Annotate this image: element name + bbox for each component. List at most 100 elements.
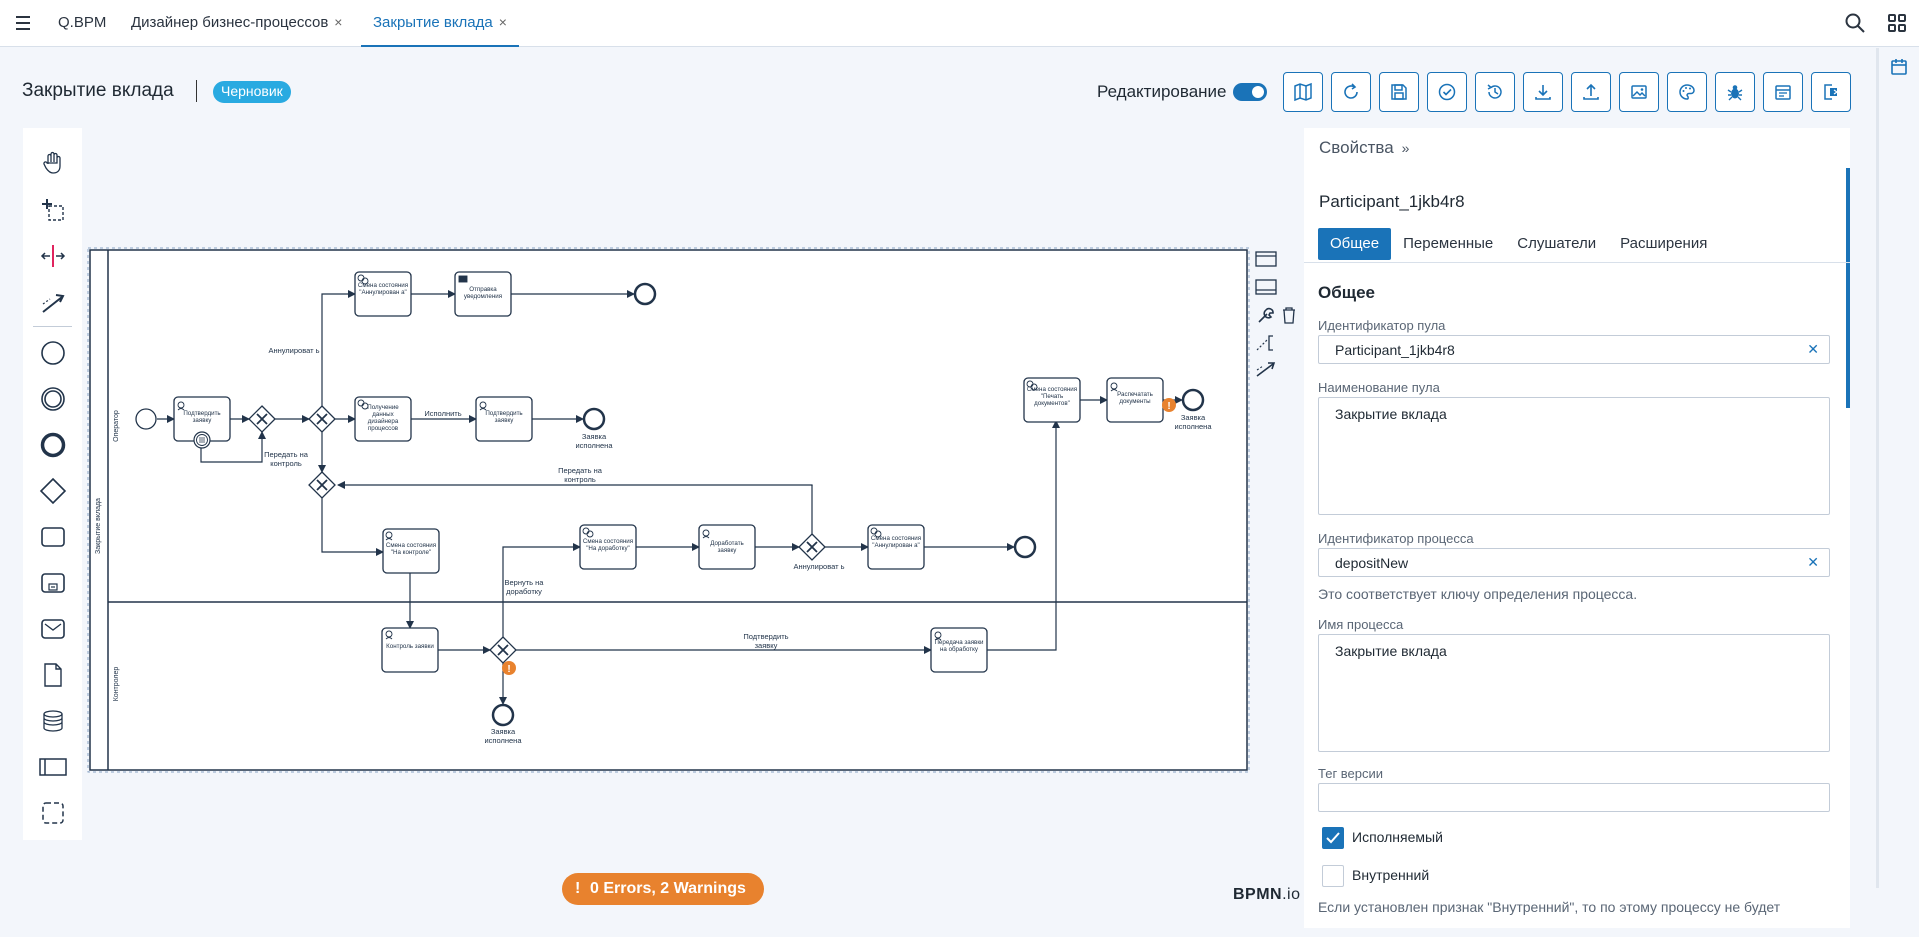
version-tag-input[interactable]: [1318, 783, 1830, 812]
end-event[interactable]: [582, 407, 606, 431]
history-icon: [1487, 84, 1502, 99]
connect-tool-button[interactable]: [23, 282, 82, 322]
start-event-tool[interactable]: [23, 333, 82, 373]
lane-add-below-icon[interactable]: [1253, 276, 1279, 298]
tab-general[interactable]: Общее: [1318, 228, 1392, 260]
app-brand[interactable]: Q.BPM: [58, 14, 106, 31]
version-tag-label: Тег версии: [1318, 766, 1384, 781]
task-label: Смена состояния "На контроле": [385, 542, 437, 556]
end-event-tool[interactable]: [23, 425, 82, 465]
subprocess-icon: [40, 573, 65, 593]
edit-mode-label: Редактирование: [1097, 82, 1227, 101]
close-icon[interactable]: ×: [334, 14, 342, 30]
tab-extensions[interactable]: Расширения: [1608, 228, 1719, 260]
clear-icon[interactable]: ✕: [1807, 341, 1819, 358]
pool-tool[interactable]: [23, 747, 82, 787]
subprocess-tool[interactable]: [23, 563, 82, 603]
event-label: Заявка исполнена: [575, 432, 613, 450]
task-label: Подтвердить заявку: [485, 410, 523, 424]
internal-checkbox[interactable]: [1322, 865, 1344, 887]
debug-button[interactable]: [1715, 72, 1755, 112]
validation-status-button[interactable]: ! 0 Errors, 2 Warnings: [562, 873, 764, 905]
process-id-input[interactable]: depositNew ✕: [1318, 548, 1830, 577]
upload-icon: [1583, 83, 1599, 100]
image-icon: [1631, 85, 1647, 99]
task-label: Получение данных дизайнера процессов: [367, 404, 399, 432]
group-tool[interactable]: [23, 793, 82, 833]
calendar-rail-icon[interactable]: [1890, 58, 1908, 76]
intermediate-event-tool[interactable]: [23, 379, 82, 419]
flow-label: Аннулироват ь: [268, 346, 320, 355]
scrollbar[interactable]: [1846, 168, 1850, 408]
intermediate-event-icon: [40, 387, 65, 411]
executable-checkbox[interactable]: [1322, 827, 1344, 849]
properties-panel-header[interactable]: Свойства »: [1319, 138, 1409, 158]
lane-add-above-icon[interactable]: [1253, 248, 1279, 270]
tabs-divider: [1304, 262, 1850, 263]
bpmn-io-logo[interactable]: BPMN.io: [1233, 886, 1301, 904]
tab-listeners[interactable]: Слушатели: [1505, 228, 1608, 260]
lasso-tool-button[interactable]: [23, 190, 82, 230]
task-label: Отправка уведомления: [463, 286, 503, 300]
process-name-textarea[interactable]: Закрытие вклада: [1318, 634, 1830, 752]
diagram-canvas[interactable]: Закрытие вклада Оператор Контролер ! ! П…: [87, 244, 1295, 773]
tool-palette: [23, 128, 82, 840]
section-title: Общее: [1318, 283, 1375, 302]
tab-deposit-closing[interactable]: Закрытие вклада ×: [361, 0, 519, 47]
start-event[interactable]: [135, 408, 157, 430]
clear-icon[interactable]: ✕: [1807, 554, 1819, 571]
pool-name-label: Наименование пула: [1318, 380, 1440, 395]
validation-status-text: 0 Errors, 2 Warnings: [590, 880, 746, 897]
connect-icon[interactable]: [1253, 358, 1279, 380]
process-id-value: depositNew: [1335, 555, 1409, 571]
save-button[interactable]: [1379, 72, 1419, 112]
gateway-tool[interactable]: [23, 471, 82, 511]
pool-shape[interactable]: [89, 249, 1248, 771]
apps-grid-icon[interactable]: [1886, 12, 1908, 34]
refresh-button[interactable]: [1331, 72, 1371, 112]
theme-button[interactable]: [1667, 72, 1707, 112]
pool-icon: [38, 758, 67, 776]
pool-name-textarea[interactable]: Закрытие вклада: [1318, 397, 1830, 515]
task-tool[interactable]: [23, 517, 82, 557]
space-tool-button[interactable]: [23, 236, 82, 276]
validate-button[interactable]: [1427, 72, 1467, 112]
map-icon: [1294, 82, 1312, 102]
right-rail-divider: [1876, 48, 1879, 888]
properties-title: Свойства: [1319, 138, 1394, 157]
executable-label: Исполняемый: [1352, 829, 1443, 845]
end-event[interactable]: [1013, 535, 1037, 559]
download-button[interactable]: [1523, 72, 1563, 112]
upload-button[interactable]: [1571, 72, 1611, 112]
history-button[interactable]: [1475, 72, 1515, 112]
exit-button[interactable]: [1811, 72, 1851, 112]
end-event[interactable]: [633, 282, 657, 306]
save-icon: [1391, 84, 1407, 100]
flow-label: Передать на контроль: [264, 450, 308, 468]
internal-label: Внутренний: [1352, 867, 1430, 883]
data-object-icon: [43, 663, 62, 687]
hand-tool-icon: [42, 151, 61, 174]
lane-label-operator: Оператор: [113, 410, 120, 442]
end-event[interactable]: [491, 703, 515, 727]
data-object-tool[interactable]: [23, 655, 82, 695]
map-button[interactable]: [1283, 72, 1323, 112]
text-annotation-icon[interactable]: [1253, 332, 1279, 354]
hand-tool-button[interactable]: [23, 143, 82, 183]
bpmn-diagram: Закрытие вклада Оператор Контролер ! ! П…: [87, 247, 1250, 773]
delete-icon[interactable]: [1276, 304, 1302, 326]
pool-id-input[interactable]: Participant_1jkb4r8 ✕: [1318, 335, 1830, 364]
edit-mode-toggle[interactable]: [1233, 83, 1267, 101]
lane-label-controller: Контролер: [113, 667, 120, 702]
tab-process-designer[interactable]: Дизайнер бизнес-процессов ×: [131, 0, 342, 47]
message-task-tool[interactable]: [23, 609, 82, 649]
hamburger-menu-icon[interactable]: [12, 12, 34, 34]
export-image-button[interactable]: [1619, 72, 1659, 112]
calendar-button[interactable]: [1763, 72, 1803, 112]
end-event[interactable]: [1181, 388, 1205, 412]
close-icon[interactable]: ×: [499, 14, 507, 30]
tab-variables[interactable]: Переменные: [1391, 228, 1505, 260]
data-store-tool[interactable]: [23, 701, 82, 741]
search-icon[interactable]: [1844, 12, 1866, 34]
collapse-chevron-icon[interactable]: »: [1402, 140, 1410, 156]
